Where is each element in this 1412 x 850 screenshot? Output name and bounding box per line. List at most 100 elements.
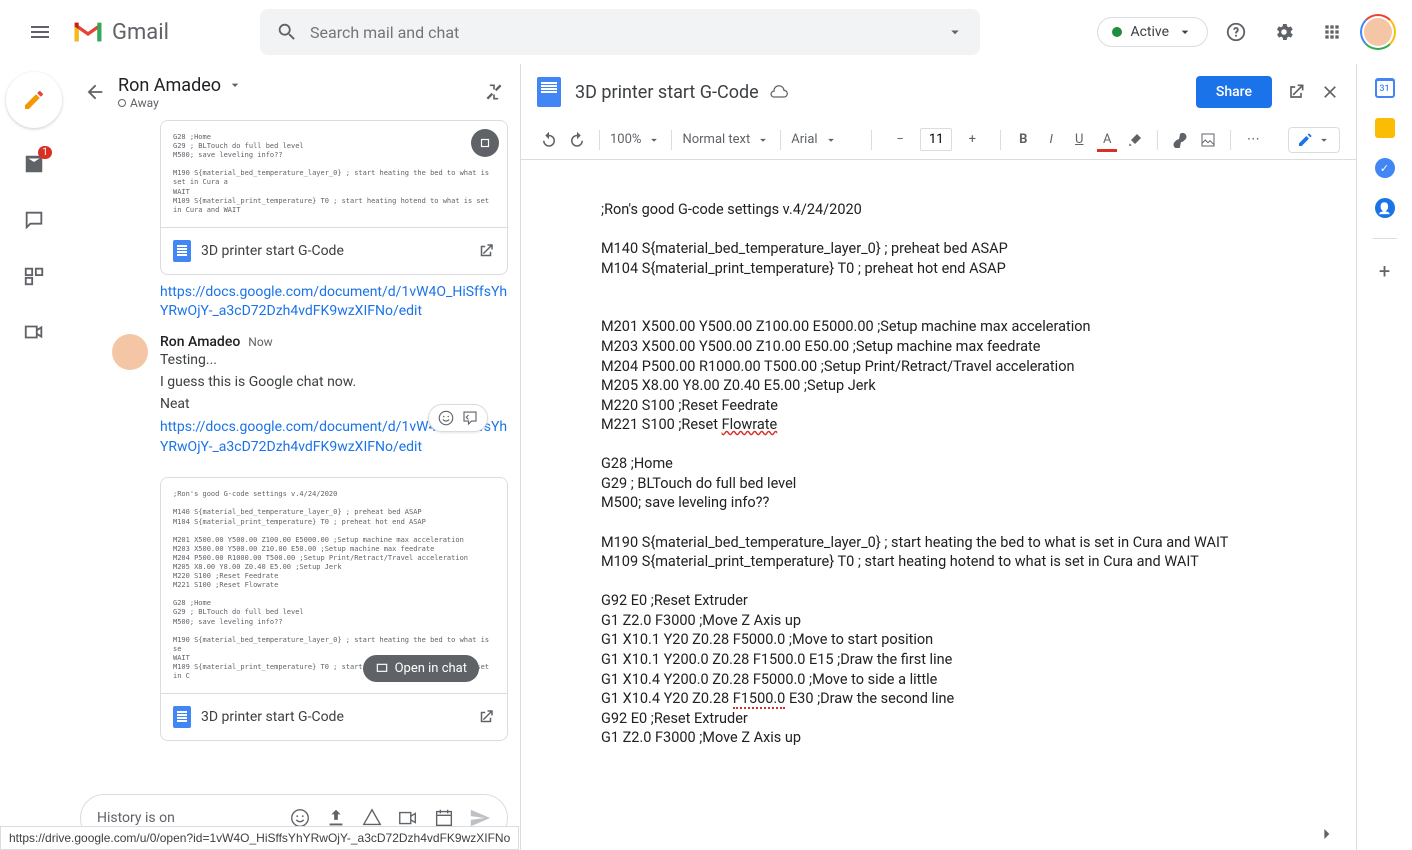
expand-preview-button[interactable] <box>471 129 499 157</box>
doc-line[interactable]: G92 E0 ;Reset Extruder <box>601 591 1356 611</box>
collapse-button[interactable] <box>484 82 504 102</box>
doc-line[interactable]: M104 S{material_print_temperature} T0 ; … <box>601 259 1356 279</box>
back-button[interactable] <box>84 81 106 103</box>
doc-line[interactable] <box>601 298 1356 318</box>
editing-mode-selector[interactable] <box>1288 127 1340 153</box>
open-external-icon[interactable] <box>477 708 495 726</box>
underline-button[interactable]: U <box>1067 128 1091 152</box>
doc-line[interactable]: M109 S{material_print_temperature} T0 ; … <box>601 552 1356 572</box>
dropdown-icon[interactable] <box>946 23 964 41</box>
share-button[interactable]: Share <box>1196 76 1272 108</box>
zoom-selector[interactable]: 100% <box>610 132 661 147</box>
doc-line[interactable]: M203 X500.00 Y500.00 Z10.00 E50.00 ;Setu… <box>601 337 1356 357</box>
doc-line[interactable] <box>601 572 1356 592</box>
font-selector[interactable]: Arial <box>791 132 861 147</box>
pencil-icon <box>22 88 46 112</box>
message-link[interactable]: https://docs.google.com/document/d/1vW4O… <box>160 283 508 322</box>
tasks-addon[interactable] <box>1375 158 1395 178</box>
logo-text: Gmail <box>112 20 169 45</box>
doc-line[interactable]: M201 X500.00 Y500.00 Z100.00 E5000.00 ;S… <box>601 317 1356 337</box>
compose-button[interactable] <box>6 72 62 128</box>
doc-line[interactable]: G1 X10.4 Y20 Z0.28 F1500.0 E30 ;Draw the… <box>601 689 1356 709</box>
apps-button[interactable] <box>1312 12 1352 52</box>
search-input[interactable] <box>310 23 946 42</box>
account-avatar[interactable] <box>1360 14 1396 50</box>
docs-app-icon[interactable] <box>537 77 561 107</box>
help-button[interactable] <box>1216 12 1256 52</box>
message-actions[interactable] <box>428 404 488 432</box>
open-external-icon[interactable] <box>477 242 495 260</box>
search-bar[interactable] <box>260 9 980 55</box>
message-text: I guess this is Google chat now. <box>160 374 508 390</box>
meet-tab[interactable] <box>14 312 54 352</box>
doc-line[interactable]: ;Ron's good G-code settings v.4/24/2020 <box>601 200 1356 220</box>
doc-line[interactable] <box>601 278 1356 298</box>
document-content[interactable]: ;Ron's good G-code settings v.4/24/2020 … <box>521 160 1356 850</box>
italic-button[interactable]: I <box>1039 128 1063 152</box>
doc-line[interactable]: G92 E0 ;Reset Extruder <box>601 709 1356 729</box>
doc-attachment-card[interactable]: G28 ;Home G29 ; BLTouch do full bed leve… <box>160 120 508 275</box>
style-selector[interactable]: Normal text <box>682 132 770 147</box>
doc-line[interactable]: G29 ; BLTouch do full bed level <box>601 474 1356 494</box>
doc-line[interactable]: G1 X10.1 Y200.0 Z0.28 F1500.0 E15 ;Draw … <box>601 650 1356 670</box>
status-bar-url: https://drive.google.com/u/0/open?id=1vW… <box>0 826 519 850</box>
doc-line[interactable]: M140 S{material_bed_temperature_layer_0}… <box>601 239 1356 259</box>
more-toolbar-button[interactable]: ⋯ <box>1241 128 1265 152</box>
open-new-tab-button[interactable] <box>1286 82 1306 102</box>
font-size-input[interactable] <box>920 128 952 151</box>
doc-line[interactable]: G1 Z2.0 F3000 ;Move Z Axis up <box>601 611 1356 631</box>
text-color-button[interactable]: A <box>1095 128 1119 152</box>
redo-button[interactable] <box>565 128 589 152</box>
doc-line[interactable] <box>601 220 1356 240</box>
doc-line[interactable]: M205 X8.00 Y8.00 Z0.40 E5.00 ;Setup Jerk <box>601 376 1356 396</box>
bold-button[interactable]: B <box>1011 128 1035 152</box>
sender-avatar[interactable] <box>112 334 148 370</box>
link-button[interactable] <box>1168 128 1192 152</box>
decrease-font-button[interactable]: − <box>888 128 912 152</box>
message-group: Ron Amadeo Now Testing... I guess this i… <box>80 334 508 469</box>
emoji-icon[interactable] <box>437 409 455 427</box>
contacts-addon[interactable] <box>1375 198 1395 218</box>
gear-icon <box>1273 21 1295 43</box>
get-addons-button[interactable]: + <box>1379 259 1390 283</box>
settings-button[interactable] <box>1264 12 1304 52</box>
search-icon <box>276 21 298 43</box>
doc-line[interactable]: G1 X10.1 Y20 Z0.28 F5000.0 ;Move to star… <box>601 630 1356 650</box>
doc-line[interactable]: G1 Z2.0 F3000 ;Move Z Axis up <box>601 728 1356 748</box>
highlight-button[interactable] <box>1123 128 1147 152</box>
calendar-addon[interactable] <box>1375 78 1395 98</box>
open-in-chat-button[interactable]: Open in chat <box>363 655 479 682</box>
video-icon <box>23 321 45 343</box>
rooms-tab[interactable] <box>14 256 54 296</box>
reply-icon[interactable] <box>461 409 479 427</box>
doc-line[interactable]: M500; save leveling info?? <box>601 493 1356 513</box>
doc-line[interactable]: G28 ;Home <box>601 454 1356 474</box>
doc-attachment-card[interactable]: ;Ron's good G-code settings v.4/24/2020 … <box>160 477 508 741</box>
message-text: Testing... <box>160 352 508 368</box>
doc-line[interactable]: G1 X10.4 Y200.0 Z0.28 F5000.0 ;Move to s… <box>601 670 1356 690</box>
gmail-logo[interactable]: Gmail <box>72 20 252 45</box>
doc-line[interactable] <box>601 435 1356 455</box>
formatting-toolbar: 100% Normal text Arial − + B I U A ⋯ <box>521 120 1356 160</box>
explore-button[interactable] <box>1316 824 1336 844</box>
chat-contact-name[interactable]: Ron Amadeo <box>118 75 472 96</box>
undo-button[interactable] <box>537 128 561 152</box>
mail-tab[interactable]: 1 <box>14 144 54 184</box>
presence-selector[interactable]: Active <box>1097 17 1208 47</box>
chat-messages-scroll[interactable]: G28 ;Home G29 ; BLTouch do full bed leve… <box>68 120 520 786</box>
cloud-saved-icon[interactable] <box>769 82 789 102</box>
increase-font-button[interactable]: + <box>960 128 984 152</box>
close-button[interactable] <box>1320 82 1340 102</box>
chevron-down-icon <box>1317 133 1331 147</box>
document-panel: 3D printer start G-Code Share 100% Norma… <box>520 64 1356 850</box>
doc-line[interactable]: M221 S100 ;Reset Flowrate <box>601 415 1356 435</box>
doc-line[interactable]: M220 S100 ;Reset Feedrate <box>601 396 1356 416</box>
doc-title[interactable]: 3D printer start G-Code <box>575 82 759 103</box>
main-menu-button[interactable] <box>16 8 64 56</box>
doc-line[interactable] <box>601 513 1356 533</box>
doc-line[interactable]: M190 S{material_bed_temperature_layer_0}… <box>601 533 1356 553</box>
chat-tab[interactable] <box>14 200 54 240</box>
image-button[interactable] <box>1196 128 1220 152</box>
doc-line[interactable]: M204 P500.00 R1000.00 T500.00 ;Setup Pri… <box>601 357 1356 377</box>
keep-addon[interactable] <box>1375 118 1395 138</box>
